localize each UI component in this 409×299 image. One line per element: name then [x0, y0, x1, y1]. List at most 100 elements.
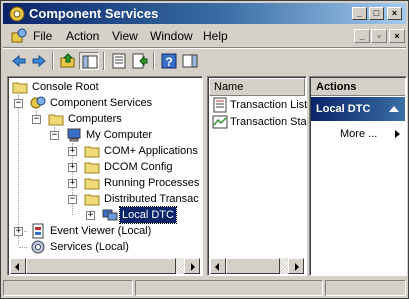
menu-help[interactable]: Help: [203, 29, 228, 43]
expand-toggle[interactable]: +: [68, 179, 77, 188]
folder-icon: [84, 162, 100, 174]
results-horizontal-scrollbar[interactable]: [210, 258, 304, 274]
scroll-left-button[interactable]: [10, 258, 26, 274]
back-button[interactable]: [9, 52, 29, 70]
forward-button[interactable]: [29, 52, 49, 70]
tree-item-computers[interactable]: − Computers: [10, 111, 200, 127]
properties-button[interactable]: [109, 52, 129, 70]
dtc-icon: [102, 209, 118, 221]
title-bar[interactable]: Component Services _ □ ×: [3, 3, 406, 24]
list-item-label: Transaction List: [230, 99, 308, 111]
properties-icon: [112, 53, 126, 69]
scroll-right-button[interactable]: [288, 258, 304, 274]
scroll-right-button[interactable]: [184, 258, 200, 274]
tree-item-running-processes[interactable]: + Running Processes: [10, 175, 200, 191]
collapse-toggle[interactable]: −: [50, 131, 59, 140]
back-icon: [12, 54, 26, 68]
export-list-icon: [132, 53, 148, 69]
collapse-up-icon[interactable]: [389, 106, 399, 112]
close-button[interactable]: ×: [387, 7, 402, 20]
mdi-restore-button[interactable]: ▫: [371, 29, 387, 43]
status-bar: [3, 279, 406, 297]
scroll-left-button[interactable]: [210, 258, 226, 274]
event-viewer-icon: [32, 223, 44, 239]
menu-action[interactable]: Action: [66, 29, 99, 43]
collapse-toggle[interactable]: −: [14, 99, 23, 108]
folder-icon: [84, 178, 100, 190]
menu-view[interactable]: View: [112, 29, 138, 43]
svg-text:?: ?: [165, 55, 172, 69]
tree-item-label: Computers: [68, 113, 122, 125]
actions-pane: Actions Local DTC More ...: [309, 76, 407, 276]
tree-item-label: Console Root: [32, 81, 99, 93]
results-pane[interactable]: Name Transaction List Transaction Sta: [207, 76, 307, 276]
menu-file[interactable]: File: [33, 29, 52, 43]
collapse-toggle[interactable]: −: [32, 115, 41, 124]
console-tree-pane[interactable]: Console Root − Component Services − Comp…: [7, 76, 203, 276]
tree-item-local-dtc[interactable]: + Local DTC: [10, 206, 200, 224]
tree-item-com-applications[interactable]: + COM+ Applications: [10, 143, 200, 159]
component-services-icon: [9, 6, 25, 22]
show-hide-action-pane-icon: [182, 54, 198, 68]
tree-item-event-viewer[interactable]: + Event Viewer (Local): [10, 223, 200, 239]
help-button[interactable]: ?: [159, 52, 179, 70]
show-hide-tree-icon: [82, 55, 98, 69]
toolbar: ?: [3, 47, 406, 73]
forward-icon: [32, 54, 46, 68]
toolbar-separator: [52, 52, 54, 70]
minimize-button[interactable]: _: [352, 7, 367, 20]
scroll-thumb[interactable]: [26, 258, 176, 274]
menu-bar: File Action View Window Help _ ▫ ×: [3, 25, 406, 47]
mdi-close-button[interactable]: ×: [389, 29, 405, 43]
status-cell: [3, 280, 133, 296]
tree-item-label: Component Services: [50, 97, 153, 109]
menu-window[interactable]: Window: [150, 29, 193, 43]
status-cell: [325, 280, 406, 296]
tree-item-distributed-transaction-coordinator[interactable]: − Distributed Transac: [10, 191, 200, 207]
up-one-level-button[interactable]: [58, 52, 78, 70]
tree-item-my-computer[interactable]: − My Computer: [10, 127, 200, 143]
component-services-window: Component Services _ □ × File Action Vie…: [0, 0, 409, 299]
tree-item-services[interactable]: Services (Local): [10, 239, 200, 255]
tree-item-dcom-config[interactable]: + DCOM Config: [10, 159, 200, 175]
scroll-thumb[interactable]: [226, 258, 280, 274]
tree-item-label: Local DTC: [119, 206, 177, 224]
folder-icon: [12, 82, 28, 94]
console-icon[interactable]: [11, 28, 27, 44]
column-header-name[interactable]: Name: [209, 78, 305, 96]
expand-toggle[interactable]: +: [68, 147, 77, 156]
toolbar-separator: [153, 52, 155, 70]
up-folder-icon: [60, 53, 75, 68]
folder-icon: [48, 114, 64, 126]
export-list-button[interactable]: [130, 52, 150, 70]
list-icon: [213, 97, 227, 113]
expand-toggle[interactable]: +: [14, 227, 23, 236]
window-title: Component Services: [29, 6, 159, 21]
tree-item-label: Distributed Transac: [104, 193, 199, 205]
tree-item-label: Running Processes: [104, 177, 200, 189]
component-services-icon: [30, 96, 46, 109]
expand-toggle[interactable]: +: [68, 163, 77, 172]
actions-section-local-dtc[interactable]: Local DTC: [311, 97, 405, 121]
actions-header: Actions: [311, 78, 405, 96]
folder-icon: [84, 146, 100, 158]
computer-icon: [67, 128, 81, 142]
tree-item-component-services[interactable]: − Component Services: [10, 95, 200, 111]
tree-item-label: COM+ Applications: [104, 145, 198, 157]
tree-item-label: Services (Local): [50, 241, 129, 253]
tree-horizontal-scrollbar[interactable]: [10, 258, 200, 274]
expand-toggle[interactable]: +: [86, 211, 95, 220]
tree-item-label: Event Viewer (Local): [50, 225, 152, 237]
show-hide-tree-button[interactable]: [79, 52, 99, 70]
actions-section-title: Local DTC: [316, 103, 371, 115]
help-icon: ?: [161, 53, 177, 69]
statistics-icon: [212, 115, 228, 129]
collapse-toggle[interactable]: −: [68, 195, 77, 204]
show-hide-action-pane-button[interactable]: [180, 52, 200, 70]
maximize-button[interactable]: □: [369, 7, 384, 20]
mdi-minimize-button[interactable]: _: [354, 29, 370, 43]
submenu-arrow-icon[interactable]: [395, 130, 400, 138]
tree-item-console-root[interactable]: Console Root: [10, 79, 200, 95]
list-item-label: Transaction Sta: [230, 116, 307, 128]
action-more[interactable]: More ...: [340, 127, 377, 141]
